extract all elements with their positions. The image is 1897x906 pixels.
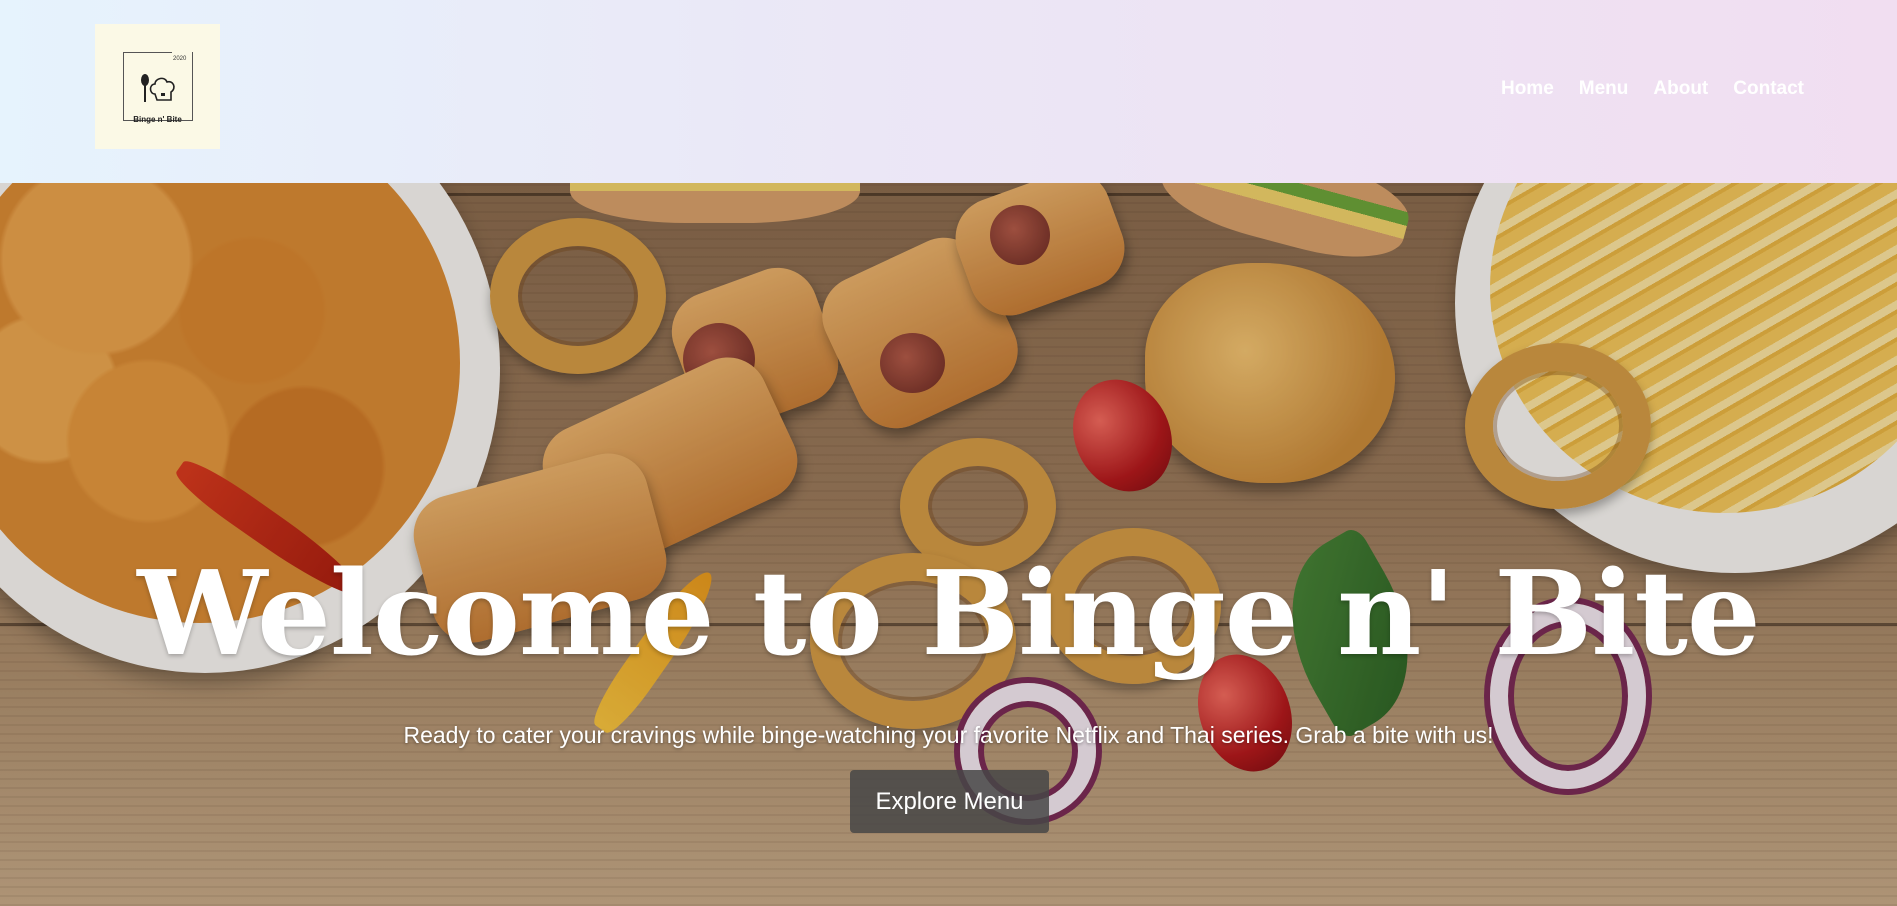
hero-title: Welcome to Binge n' Bite (137, 545, 1760, 682)
logo[interactable]: 2020 Binge n' Bite (95, 24, 220, 149)
logo-year: 2020 (173, 56, 187, 62)
explore-menu-button[interactable]: Explore Menu (850, 770, 1049, 833)
main-nav: Home Menu About Contact (1501, 78, 1804, 100)
hero-subtitle: Ready to cater your cravings while binge… (403, 722, 1494, 748)
nav-link-menu[interactable]: Menu (1579, 78, 1629, 100)
nav-link-about[interactable]: About (1653, 78, 1708, 100)
nav-link-home[interactable]: Home (1501, 78, 1554, 100)
logo-name: Binge n' Bite (133, 115, 182, 124)
nav-link-contact[interactable]: Contact (1733, 78, 1804, 100)
chef-hat-spoon-icon (141, 74, 175, 102)
landing-page: 2020 Binge n' Bite Home Menu About Conta… (0, 0, 1897, 906)
site-header: 2020 Binge n' Bite Home Menu About Conta… (0, 0, 1897, 183)
hero-section: Welcome to Binge n' Bite Ready to cater … (0, 183, 1897, 906)
